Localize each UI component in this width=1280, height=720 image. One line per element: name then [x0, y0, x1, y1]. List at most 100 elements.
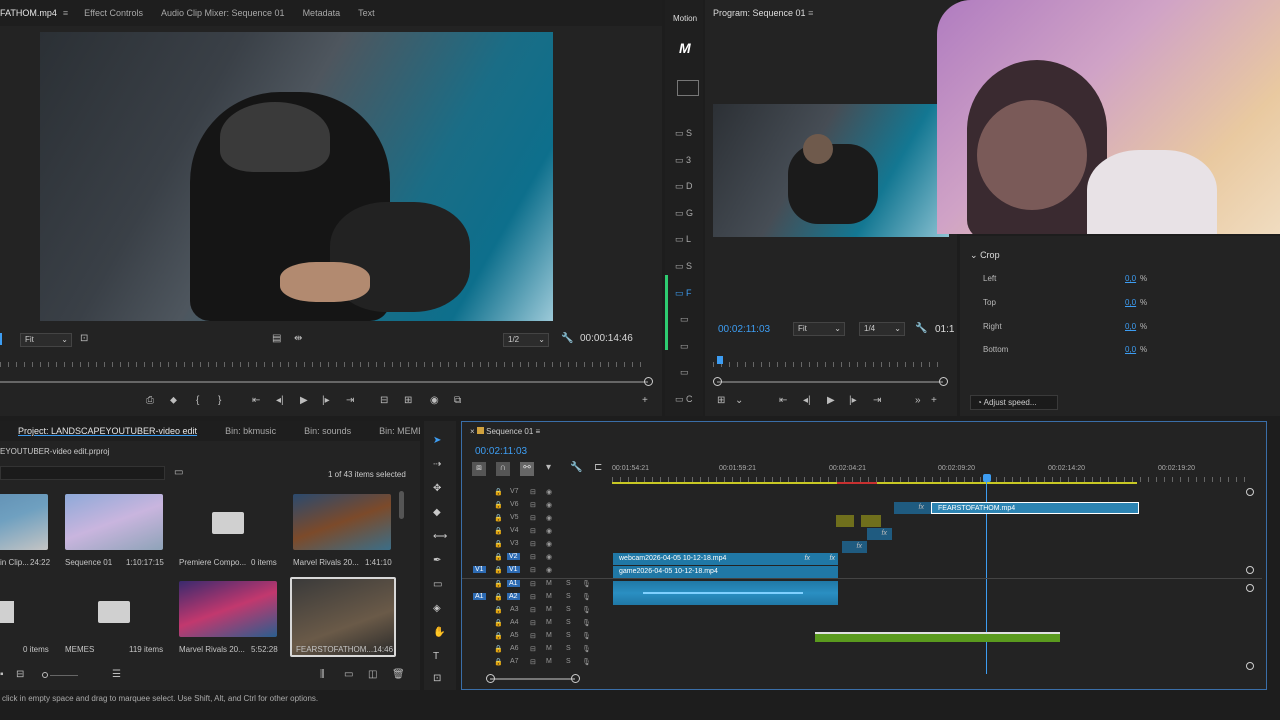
- program-resolution-select[interactable]: 1/4 ⌄: [859, 322, 905, 336]
- program-zoom-handle-left[interactable]: [713, 377, 722, 386]
- solo-button[interactable]: S: [566, 606, 571, 613]
- export-frame-icon[interactable]: ⎙: [146, 395, 154, 406]
- eye-icon[interactable]: ◉: [546, 553, 552, 561]
- sync-icon[interactable]: ⊟: [530, 553, 536, 561]
- solo-button[interactable]: S: [566, 632, 571, 639]
- sync-icon[interactable]: ⊟: [530, 619, 536, 627]
- insert-icon[interactable]: ⊟: [380, 395, 388, 406]
- playhead-handle[interactable]: [983, 474, 991, 482]
- crop-top-value[interactable]: 0,0: [1125, 298, 1136, 307]
- solo-button[interactable]: S: [566, 658, 571, 665]
- sync-icon[interactable]: ⊟: [530, 488, 536, 496]
- lock-icon[interactable]: 🔒: [494, 632, 503, 640]
- tab-audio-clip-mixer[interactable]: Audio Clip Mixer: Sequence 01: [161, 8, 285, 18]
- go-to-out-icon[interactable]: ⇥: [873, 395, 881, 406]
- bin-row-icon[interactable]: ▭ C: [675, 386, 693, 413]
- lock-icon[interactable]: 🔒: [494, 606, 503, 614]
- clip-fx[interactable]: fx: [867, 528, 892, 540]
- tab-effect-controls[interactable]: Effect Controls: [84, 8, 143, 18]
- bin-row-icon[interactable]: ▭ S: [675, 120, 693, 147]
- source-patch-v1[interactable]: V1: [473, 566, 486, 573]
- folder-icon[interactable]: [677, 80, 699, 96]
- mic-icon[interactable]: 🎙: [582, 632, 591, 640]
- hand-tool-icon[interactable]: ✋: [433, 627, 445, 638]
- mute-button[interactable]: M: [546, 619, 552, 626]
- sync-icon[interactable]: ⊟: [530, 645, 536, 653]
- sync-icon[interactable]: ⊟: [530, 540, 536, 548]
- mic-icon[interactable]: 🎙: [582, 645, 591, 653]
- mute-button[interactable]: M: [546, 645, 552, 652]
- track-label[interactable]: V1: [507, 566, 520, 573]
- nest-toggle-icon[interactable]: ⧈: [472, 462, 486, 476]
- source-zoom-handle[interactable]: [644, 377, 653, 386]
- lock-icon[interactable]: 🔒: [494, 527, 503, 535]
- mark-in-icon[interactable]: {: [196, 395, 199, 406]
- eye-icon[interactable]: ◉: [546, 527, 552, 535]
- sync-icon[interactable]: ⊟: [530, 527, 536, 535]
- bin-row-icon[interactable]: ▭ 3: [675, 147, 693, 174]
- sync-icon[interactable]: ⊟: [530, 501, 536, 509]
- trash-icon[interactable]: 🗑: [392, 669, 405, 680]
- sort-icon[interactable]: ☰: [112, 669, 121, 680]
- transcript-tool-icon[interactable]: ⊡: [433, 673, 441, 684]
- tab-text[interactable]: Text: [358, 8, 375, 18]
- clip-fx[interactable]: fx: [842, 541, 867, 553]
- timeline-zoom-handle-left[interactable]: [486, 674, 495, 683]
- track-label[interactable]: A2: [507, 593, 520, 600]
- lock-icon[interactable]: 🔒: [494, 619, 503, 627]
- zoom-slider[interactable]: [50, 675, 78, 676]
- icon-view-icon[interactable]: ⊟: [16, 669, 24, 680]
- eye-icon[interactable]: ◉: [546, 514, 552, 522]
- source-patch-a1[interactable]: A1: [473, 593, 486, 600]
- folder-icon[interactable]: [98, 601, 130, 623]
- clip-olive[interactable]: [861, 515, 881, 527]
- program-time-ruler[interactable]: [713, 362, 945, 367]
- step-back-icon[interactable]: ◂|: [276, 395, 284, 406]
- more-icon[interactable]: »: [915, 395, 921, 406]
- selection-tool-icon[interactable]: ➤: [433, 435, 441, 446]
- mute-button[interactable]: M: [546, 632, 552, 639]
- rectangle-tool-icon[interactable]: ▭: [433, 579, 442, 590]
- automate-icon[interactable]: ⫼: [320, 669, 325, 680]
- chevron-down-icon[interactable]: ⌄: [735, 395, 743, 406]
- safe-margins-icon[interactable]: ▤: [272, 333, 281, 344]
- snap-icon[interactable]: ∩: [496, 462, 510, 476]
- program-fit-select[interactable]: Fit ⌄: [793, 322, 845, 336]
- a-scroll-bottom-handle[interactable]: [1246, 662, 1254, 670]
- linked-selection-icon[interactable]: ⚯: [520, 462, 534, 476]
- track-select-tool-icon[interactable]: ⇢: [433, 459, 441, 470]
- bin-row-icon[interactable]: ▭: [675, 359, 693, 386]
- ripple-edit-tool-icon[interactable]: ✥: [433, 483, 441, 494]
- timeline-zoom-handle-right[interactable]: [571, 674, 580, 683]
- tab-metadata[interactable]: Metadata: [303, 8, 341, 18]
- lock-icon[interactable]: 🔒: [494, 488, 503, 496]
- wrench-icon[interactable]: 🔧: [561, 333, 573, 344]
- mute-button[interactable]: M: [546, 593, 552, 600]
- slip-tool-icon[interactable]: ⟷: [433, 531, 447, 542]
- settings-icon[interactable]: ⊡: [80, 333, 88, 344]
- eye-icon[interactable]: ◉: [546, 501, 552, 509]
- drag-video-icon[interactable]: ⇹: [294, 333, 302, 344]
- lock-icon[interactable]: 🔒: [494, 501, 503, 509]
- mic-icon[interactable]: 🎙: [582, 619, 591, 627]
- audio-clip[interactable]: [613, 581, 838, 605]
- source-fit-select[interactable]: Fit ⌄: [20, 333, 72, 347]
- sync-icon[interactable]: ⊟: [530, 658, 536, 666]
- source-time-ruler[interactable]: [0, 362, 648, 367]
- multicam-icon[interactable]: ⊞: [717, 395, 725, 406]
- music-clip[interactable]: [815, 632, 1060, 642]
- chevron-down-icon[interactable]: ⌄: [970, 250, 978, 260]
- type-tool-icon[interactable]: T: [433, 651, 439, 662]
- tab-bin-memes[interactable]: Bin: MEMES: [379, 426, 420, 436]
- media-thumbnail[interactable]: [179, 581, 277, 637]
- v-scroll-top-handle[interactable]: [1246, 488, 1254, 496]
- a-scroll-top-handle[interactable]: [1246, 584, 1254, 592]
- folder-icon[interactable]: [212, 512, 244, 534]
- panel-menu-icon[interactable]: ≡: [63, 8, 68, 18]
- mute-button[interactable]: M: [546, 658, 552, 665]
- solo-button[interactable]: S: [566, 593, 571, 600]
- bin-row-icon[interactable]: ▭: [675, 333, 693, 360]
- bin-row-icon[interactable]: ▭: [675, 306, 693, 333]
- zoom-slider-handle[interactable]: [42, 672, 48, 678]
- sync-icon[interactable]: ⊟: [530, 606, 536, 614]
